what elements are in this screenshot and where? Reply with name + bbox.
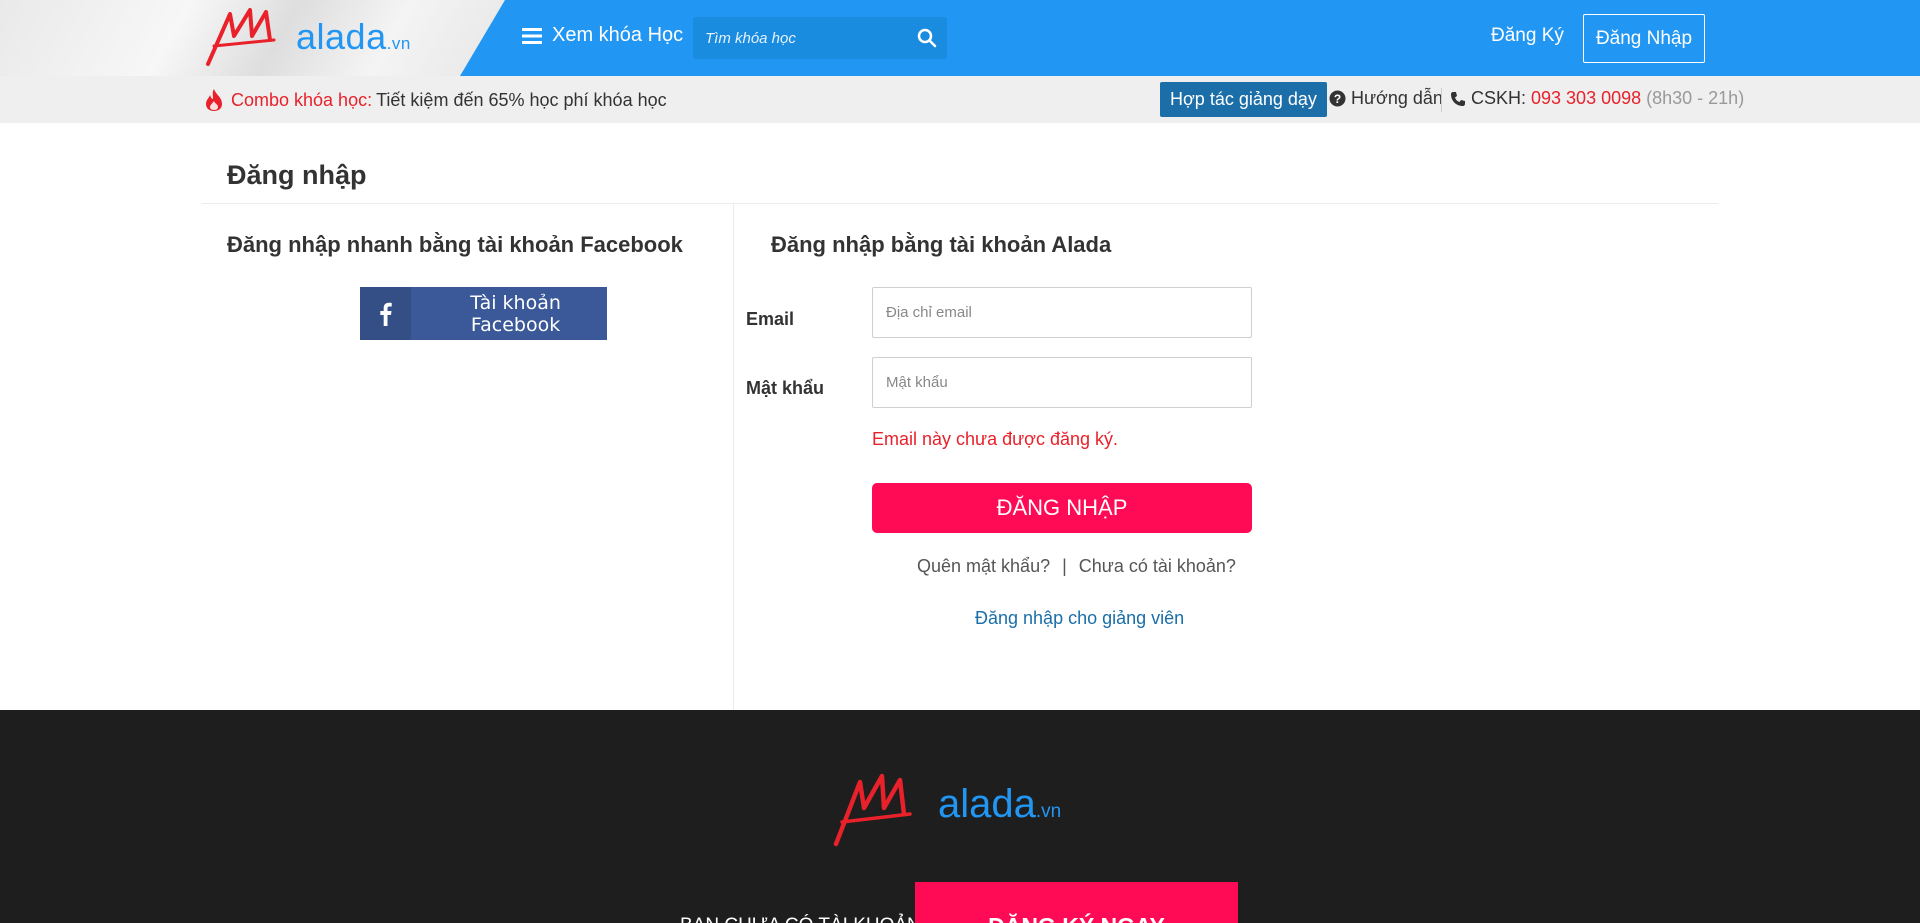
password-field[interactable] [872,357,1252,408]
search-input[interactable] [705,17,905,59]
search-icon[interactable] [917,28,937,48]
alada-logo-mark-icon [833,773,912,847]
cskh-label: CSKH: [1471,88,1527,108]
page-title: Đăng nhập [227,160,367,190]
phone-icon [1451,91,1465,106]
title-divider [202,203,1718,204]
column-divider [733,204,734,710]
footer-logo-wordmark: alada.vn [938,782,1062,826]
register-now-button[interactable]: ĐĂNG KÝ NGAY [915,882,1238,923]
alada-login-heading: Đăng nhập bằng tài khoản Alada [771,232,1112,257]
svg-text:?: ? [1334,92,1341,106]
teaching-partner-button[interactable]: Hợp tác giảng dạy [1160,82,1327,117]
combo-promo[interactable]: Combo khóa học: Tiết kiệm đến 65% học ph… [203,88,667,112]
promo-bar: Combo khóa học: Tiết kiệm đến 65% học ph… [0,76,1920,123]
footer-logo[interactable]: alada.vn [830,770,1100,850]
guide-link[interactable]: ? Hướng dẫn [1329,88,1443,109]
cskh-hours: (8h30 - 21h) [1646,88,1745,108]
subbar-divider [1441,88,1442,112]
forgot-password-link[interactable]: Quên mật khẩu? [917,556,1050,577]
facebook-login-heading: Đăng nhập nhanh bằng tài khoản Facebook [227,232,683,257]
browse-courses-button[interactable]: Xem khóa Học [522,24,683,47]
search-box [693,17,947,59]
links-separator: | [1062,556,1067,576]
alada-logo[interactable]: alada.vn [204,6,424,68]
browse-courses-label: Xem khóa Học [552,24,684,46]
question-circle-icon: ? [1329,90,1346,107]
footer: alada.vn BẠN CHƯA CÓ TÀI KHOẢN? ĐĂNG KÝ … [0,710,1920,923]
login-button[interactable]: Đăng Nhập [1583,14,1705,63]
logo-wordmark: alada.vn [296,16,411,57]
fire-icon [206,89,222,111]
cskh-phone[interactable]: 093 303 0098 [1531,88,1641,109]
signup-link[interactable]: Đăng Ký [1491,25,1564,47]
menu-icon [522,27,542,44]
email-label: Email [746,309,795,329]
facebook-login-button[interactable]: Tài khoản Facebook [360,287,607,340]
instructor-login-link[interactable]: Đăng nhập cho giảng viên [975,608,1184,629]
footer-no-account-text: BẠN CHƯA CÓ TÀI KHOẢN? [680,915,931,923]
facebook-button-label: Tài khoản Facebook [470,291,561,336]
combo-text: Tiết kiệm đến 65% học phí khóa học [376,89,667,110]
combo-label: Combo khóa học: [231,89,373,110]
customer-support: CSKH: 093 303 0098 (8h30 - 21h) [1450,88,1744,109]
alada-logo-mark-icon [206,8,276,66]
auth-links: Quên mật khẩu? | Chưa có tài khoản? [917,556,1236,577]
facebook-icon [380,302,392,326]
submit-login-button[interactable]: ĐĂNG NHẬP [872,483,1252,533]
top-header: alada.vn Xem khóa Học Đăng Ký Đăng Nhập [0,0,1920,76]
email-error-message: Email này chưa được đăng ký. [872,429,1119,449]
email-field[interactable] [872,287,1252,338]
no-account-link[interactable]: Chưa có tài khoản? [1079,556,1236,577]
password-label: Mật khẩu [746,378,825,398]
facebook-icon-box [360,287,412,340]
guide-label: Hướng dẫn [1351,88,1443,108]
